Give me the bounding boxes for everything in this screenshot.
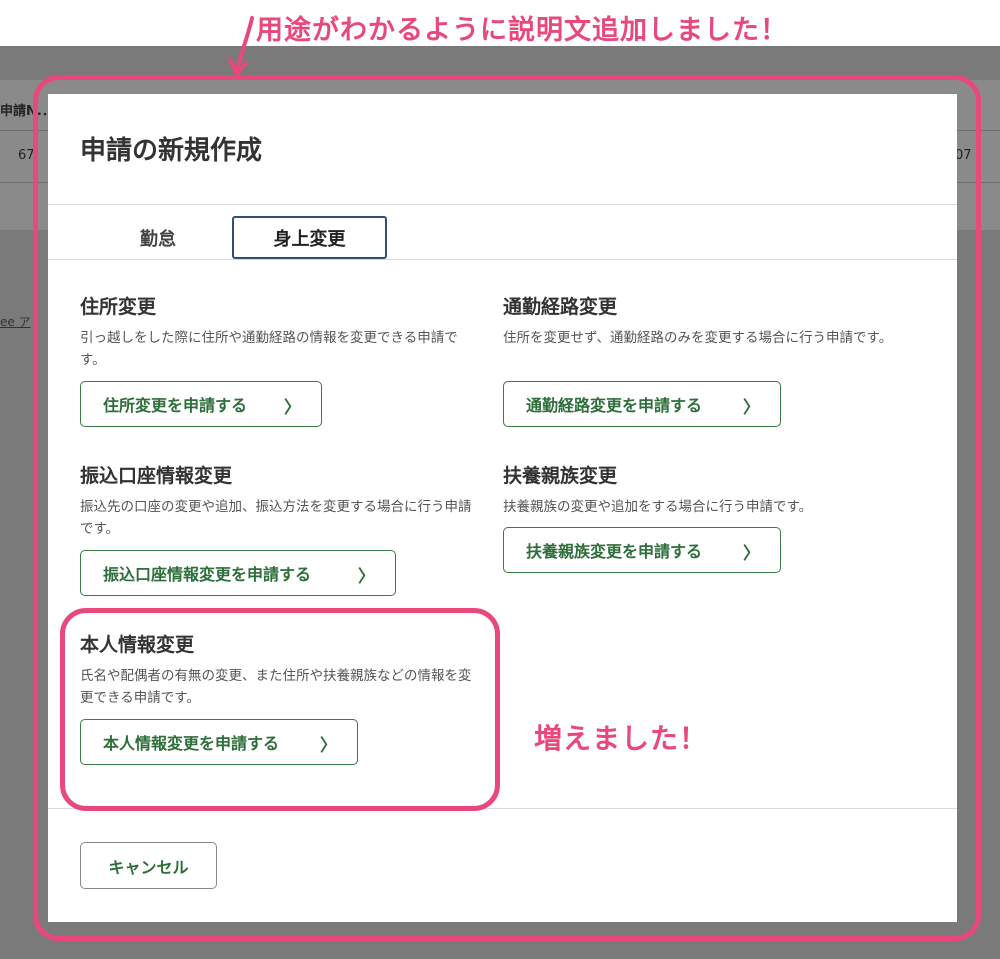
annotation-arrow-icon (228, 16, 254, 76)
apply-dependents-change-button[interactable]: 扶養親族変更を申請する 〉 (503, 527, 781, 573)
button-label: 本人情報変更を申請する (103, 734, 280, 753)
section-bank-account-change: 振込口座情報変更 振込先の口座の変更や追加、振込方法を変更する場合に行う申請です… (80, 464, 480, 540)
background-link: ee ア (0, 315, 31, 329)
section-description: 振込先の口座の変更や追加、振込方法を変更する場合に行う申請です。 (80, 499, 472, 537)
chevron-right-icon: 〉 (743, 544, 760, 564)
section-description: 引っ越しをした際に住所や通勤経路の情報を変更できる申請です。 (80, 330, 458, 368)
chevron-right-icon: 〉 (743, 398, 760, 418)
apply-commute-route-change-button[interactable]: 通勤経路変更を申請する 〉 (503, 381, 781, 427)
button-label: 住所変更を申請する (103, 396, 248, 415)
section-description: 住所を変更せず、通勤経路のみを変更する場合に行う申請です。 (503, 330, 893, 346)
background-cell: 67 (18, 148, 35, 163)
new-application-modal: 申請の新規作成 勤怠 身上変更 住所変更 引っ越しをした際に住所や通勤経路の情報… (48, 94, 957, 922)
section-address-change: 住所変更 引っ越しをした際に住所や通勤経路の情報を変更できる申請です。 (80, 295, 480, 371)
button-label: 通勤経路変更を申請する (526, 396, 703, 415)
background-column-header: 申請N.． (0, 104, 55, 119)
modal-header-divider (48, 204, 957, 205)
tab-attendance[interactable]: 勤怠 (108, 216, 208, 259)
chevron-right-icon: 〉 (320, 736, 337, 756)
apply-address-change-button[interactable]: 住所変更を申請する 〉 (80, 381, 322, 427)
chevron-right-icon: 〉 (358, 567, 375, 587)
section-title: 通勤経路変更 (503, 296, 618, 318)
background-cell: 07 (955, 148, 972, 163)
tabs-divider (48, 259, 957, 260)
section-description: 氏名や配偶者の有無の変更、また住所や扶養親族などの情報を変更できる申請です。 (80, 668, 472, 706)
section-description: 扶養親族の変更や追加をする場合に行う申請です。 (503, 499, 813, 515)
apply-personal-info-change-button[interactable]: 本人情報変更を申請する 〉 (80, 719, 358, 765)
section-title: 振込口座情報変更 (80, 465, 233, 487)
section-title: 扶養親族変更 (503, 465, 618, 487)
section-title: 住所変更 (80, 296, 157, 318)
annotation-middle-text: 増えました！ (534, 722, 709, 755)
button-label: 振込口座情報変更を申請する (103, 565, 312, 584)
modal-title: 申請の新規作成 (80, 136, 263, 166)
annotation-top-text: 用途がわかるように説明文追加しました！ (256, 15, 788, 46)
section-personal-info-change: 本人情報変更 氏名や配偶者の有無の変更、また住所や扶養親族などの情報を変更できる… (80, 633, 480, 709)
section-dependents-change: 扶養親族変更 扶養親族の変更や追加をする場合に行う申請です。 (503, 464, 903, 518)
cancel-button[interactable]: キャンセル (80, 842, 217, 889)
apply-bank-account-change-button[interactable]: 振込口座情報変更を申請する 〉 (80, 550, 396, 596)
section-commute-route-change: 通勤経路変更 住所を変更せず、通勤経路のみを変更する場合に行う申請です。 (503, 295, 903, 349)
button-label: 扶養親族変更を申請する (526, 542, 703, 561)
tab-personal-change[interactable]: 身上変更 (232, 216, 387, 259)
chevron-right-icon: 〉 (284, 398, 301, 418)
section-title: 本人情報変更 (80, 634, 195, 656)
modal-footer-divider (48, 808, 957, 809)
